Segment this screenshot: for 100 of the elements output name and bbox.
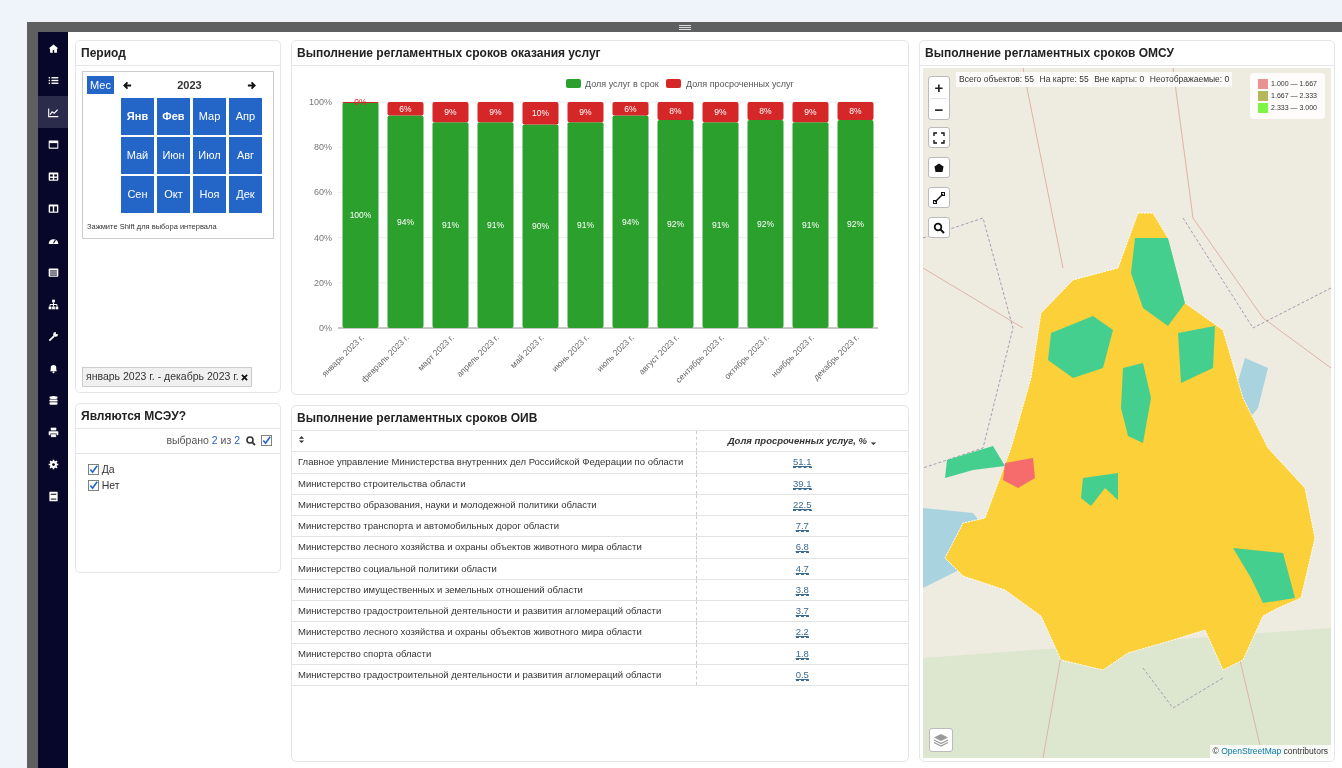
axis-tick-label: 40% bbox=[314, 232, 332, 243]
home-icon bbox=[47, 42, 59, 54]
value-link[interactable]: 22.5 bbox=[793, 498, 812, 511]
data-label: 8% bbox=[759, 106, 772, 117]
data-label: 8% bbox=[669, 106, 682, 117]
value-link[interactable]: 51.1 bbox=[793, 456, 812, 469]
value-link[interactable]: 2.2 bbox=[795, 626, 809, 639]
data-label: 92% bbox=[757, 219, 774, 230]
data-label: 94% bbox=[622, 216, 639, 227]
month-button[interactable]: Ноя bbox=[193, 176, 226, 213]
value-link[interactable]: 3.8 bbox=[795, 583, 809, 596]
month-button[interactable]: Янв bbox=[121, 98, 154, 135]
polygon-tool-button[interactable] bbox=[928, 157, 950, 178]
bell-icon bbox=[47, 362, 59, 374]
data-label: 91% bbox=[442, 220, 459, 231]
month-button[interactable]: Июл bbox=[193, 137, 226, 174]
arrow-left-icon[interactable] bbox=[123, 80, 132, 90]
search-button[interactable] bbox=[928, 217, 950, 238]
mode-button[interactable]: Мес bbox=[87, 76, 114, 94]
value-link[interactable]: 1.8 bbox=[795, 647, 809, 660]
panel-title: Выполнение регламентных сроков ОМСУ bbox=[920, 41, 1334, 66]
window-icon bbox=[47, 138, 59, 150]
database-icon bbox=[47, 394, 59, 406]
option-checkbox[interactable] bbox=[88, 480, 99, 492]
line-chart-icon bbox=[47, 106, 59, 118]
data-label: 91% bbox=[712, 220, 729, 231]
layers-button[interactable] bbox=[929, 728, 953, 752]
option-checkbox[interactable] bbox=[88, 464, 99, 476]
month-button[interactable]: Фев bbox=[157, 98, 190, 135]
wrench-icon bbox=[47, 330, 59, 342]
table-cell: Министерство имущественных и земельных отношений области bbox=[298, 583, 583, 595]
table-cell: Главное управление Министерства внутренних дел Российской Федерации по области bbox=[298, 456, 684, 468]
list-box-icon bbox=[47, 266, 59, 278]
data-label: 92% bbox=[667, 219, 684, 230]
table-cell: Министерство градостроительной деятельности и развития агломераций области bbox=[298, 668, 662, 680]
year-label: 2023 bbox=[176, 77, 203, 93]
list-icon bbox=[47, 74, 59, 86]
option-label: Да bbox=[101, 461, 115, 477]
axis-tick-label: 0% bbox=[319, 323, 332, 333]
data-label: 6% bbox=[399, 103, 412, 114]
data-label: 100% bbox=[349, 210, 372, 220]
legend-label: Доля услуг в срок bbox=[585, 79, 659, 89]
table-cell: Министерство спорта области bbox=[298, 647, 432, 659]
selection-count: выбрано 2 из 2 bbox=[166, 433, 240, 448]
zoom-in-button[interactable]: + bbox=[929, 77, 949, 98]
month-button[interactable]: Май bbox=[121, 137, 154, 174]
data-label: 6% bbox=[624, 103, 637, 114]
option-label: Нет bbox=[101, 477, 120, 493]
pentagon-icon bbox=[933, 161, 945, 174]
hierarchy-icon bbox=[47, 298, 59, 310]
table-cell: Министерство лесного хозяйства и охраны объектов животного мира области bbox=[298, 541, 642, 553]
printer-icon bbox=[47, 426, 59, 438]
line-tool-button[interactable] bbox=[928, 187, 950, 208]
fullscreen-icon bbox=[933, 131, 945, 144]
map-stat: На карте: 55 bbox=[1039, 73, 1089, 86]
value-link[interactable]: 3.7 bbox=[795, 605, 809, 617]
table-cell: Министерство образования, науки и молодежной политики области bbox=[298, 498, 597, 510]
layers-icon bbox=[933, 733, 949, 747]
table-cell: Министерство социальной политики области bbox=[298, 562, 497, 574]
month-button[interactable]: Апр bbox=[229, 98, 262, 135]
sidebar-item[interactable] bbox=[38, 96, 68, 128]
table-icon bbox=[47, 170, 59, 182]
map-stat: Неотображаемые: 0 bbox=[1149, 73, 1230, 86]
chip-label: январь 2023 г. - декабрь 2023 г. bbox=[86, 369, 239, 385]
data-label: 9% bbox=[444, 107, 457, 118]
month-button[interactable]: Авг bbox=[229, 137, 262, 174]
arrow-right-icon[interactable] bbox=[247, 80, 256, 90]
data-label: 9% bbox=[714, 107, 727, 118]
legend-swatch bbox=[666, 79, 681, 88]
data-label: 91% bbox=[487, 220, 504, 231]
search-icon[interactable] bbox=[245, 435, 256, 446]
axis-tick-label: 80% bbox=[314, 142, 332, 153]
value-link[interactable]: 4.7 bbox=[795, 562, 809, 575]
table-cell: Министерство лесного хозяйства и охраны объектов животного мира области bbox=[298, 626, 642, 638]
drag-handle-icon[interactable] bbox=[678, 24, 691, 30]
data-label: 9% bbox=[489, 107, 502, 118]
data-label: 9% bbox=[804, 107, 817, 118]
value-link[interactable]: 7.7 bbox=[795, 520, 809, 532]
legend-label: Доля просроченных услуг bbox=[686, 79, 794, 89]
panel-title: Выполнение регламентных сроков оказания услуг bbox=[292, 41, 908, 66]
sort-icon[interactable] bbox=[298, 435, 305, 444]
data-label: 92% bbox=[847, 219, 864, 230]
month-button[interactable]: Дек bbox=[229, 176, 262, 213]
month-button[interactable]: Июн bbox=[157, 137, 190, 174]
table-cell: Министерство транспорта и автомобильных дорог области bbox=[298, 520, 560, 531]
map-stat: Всего объектов: 55 bbox=[959, 73, 1035, 86]
value-link[interactable]: 39.1 bbox=[793, 477, 812, 490]
data-label: 10% bbox=[532, 108, 549, 119]
month-button[interactable]: Мар bbox=[193, 98, 226, 135]
value-link[interactable]: 6.8 bbox=[795, 541, 809, 554]
select-all-checkbox[interactable] bbox=[261, 435, 272, 447]
close-icon[interactable] bbox=[241, 373, 249, 381]
panel-title: Период bbox=[76, 41, 280, 66]
month-button[interactable]: Сен bbox=[121, 176, 154, 213]
zoom-out-button[interactable]: − bbox=[929, 98, 949, 119]
value-link[interactable]: 0.5 bbox=[795, 668, 809, 681]
month-button[interactable]: Окт bbox=[157, 176, 190, 213]
column-header[interactable]: Доля просроченных услуг, % bbox=[727, 434, 867, 449]
attribution-link[interactable]: OpenStreetMap bbox=[1221, 746, 1282, 757]
fullscreen-button[interactable] bbox=[928, 127, 950, 148]
